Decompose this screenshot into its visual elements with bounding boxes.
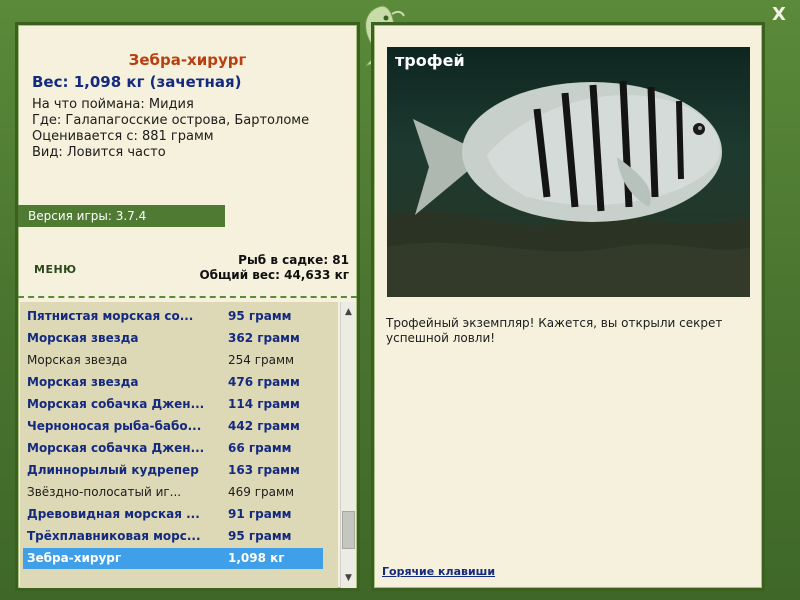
total-weight: Общий вес: 44,633 кг [199,268,349,282]
catch-item-name: Пятнистая морская со... [27,309,194,323]
scroll-thumb[interactable] [342,511,355,549]
catch-item-weight: 66 грамм [228,441,292,455]
catch-item-weight: 1,098 кг [228,551,285,565]
divider [18,296,357,298]
catch-item-weight: 362 грамм [228,331,300,345]
catch-list-item[interactable]: Морская собачка Джен... 66 грамм [23,438,323,459]
catch-item-weight: 114 грамм [228,397,300,411]
catch-item-name: Древовидная морская ... [27,507,200,521]
catch-item-weight: 476 грамм [228,375,300,389]
catch-list-item[interactable]: Трёхплавниковая морс... 95 грамм [23,526,323,547]
catch-list-item[interactable]: Морская собачка Джен... 114 грамм [23,394,323,415]
catch-list-item[interactable]: Пятнистая морская со... 95 грамм [23,306,323,327]
fish-info-panel: Зебра-хирург Вес: 1,098 кг (зачетная) На… [15,22,360,591]
catch-item-name: Зебра-хирург [27,551,122,565]
catch-item-weight: 442 грамм [228,419,300,433]
catch-item-weight: 91 грамм [228,507,292,521]
catch-item-name: Морская звезда [27,353,128,367]
catch-item-weight: 95 грамм [228,309,292,323]
catch-item-name: Морская собачка Джен... [27,441,205,455]
scroll-up-arrow-icon[interactable]: ▲ [341,304,356,320]
catch-item-name: Трёхплавниковая морс... [27,529,201,543]
catch-list-item[interactable]: Звёздно-полосатый иг... 469 грамм [23,482,323,503]
catch-list-item[interactable]: Длиннорылый кудрепер 163 грамм [23,460,323,481]
bait-info: На что поймана: Мидия [32,97,194,112]
catch-item-weight: 469 грамм [228,485,295,499]
catch-item-weight: 254 грамм [228,353,295,367]
catch-item-name: Морская звезда [27,375,139,389]
fish-photo: трофей [387,47,750,297]
catch-stats: Рыб в садке: 81 Общий вес: 44,633 кг [199,253,349,283]
catch-list-item[interactable]: Морская звезда 362 грамм [23,328,323,349]
rating-info: Оценивается с: 881 грамм [32,129,214,144]
catch-item-name: Морская звезда [27,331,139,345]
scroll-down-arrow-icon[interactable]: ▼ [341,570,356,586]
menu-button[interactable]: МЕНЮ [34,263,77,276]
catch-list-item[interactable]: Черноносая рыба-бабо... 442 грамм [23,416,323,437]
location-info: Где: Галапагосские острова, Бартоломе [32,113,310,128]
catch-list-item[interactable]: Морская звезда 254 грамм [23,350,323,371]
catch-list: Пятнистая морская со... 95 грамм Морская з… [20,302,338,588]
fish-count: Рыб в садке: 81 [238,253,349,267]
trophy-panel: трофей Трофейный экземпляр! Кажется, вы … [371,22,765,591]
trophy-caption: Трофейный экземпляр! Кажется, вы открыли… [386,316,723,345]
fish-weight: Вес: 1,098 кг (зачетная) [32,73,242,91]
catch-item-name: Морская собачка Джен... [27,397,205,411]
catch-item-name: Черноносая рыба-бабо... [27,419,202,433]
catch-item-name: Длиннорылый кудрепер [27,463,199,477]
catch-item-weight: 163 грамм [228,463,300,477]
frequency-info: Вид: Ловится часто [32,145,166,160]
catch-item-weight: 95 грамм [228,529,292,543]
version-label: Версия игры: 3.7.4 [18,205,225,227]
fish-illustration [387,80,750,297]
catch-list-item[interactable]: Древовидная морская ... 91 грамм [23,504,323,525]
hotkeys-link[interactable]: Горячие клавиши [382,565,495,578]
catch-list-item[interactable]: Зебра-хирург 1,098 кг [23,548,323,569]
close-button[interactable]: X [768,4,790,26]
scrollbar[interactable]: ▲ ▼ [340,302,356,588]
catch-list-item[interactable]: Морская звезда 476 грамм [23,372,323,393]
fish-name: Зебра-хирург [128,51,247,69]
photo-label: трофей [395,51,465,70]
catch-item-name: Звёздно-полосатый иг... [27,485,182,499]
